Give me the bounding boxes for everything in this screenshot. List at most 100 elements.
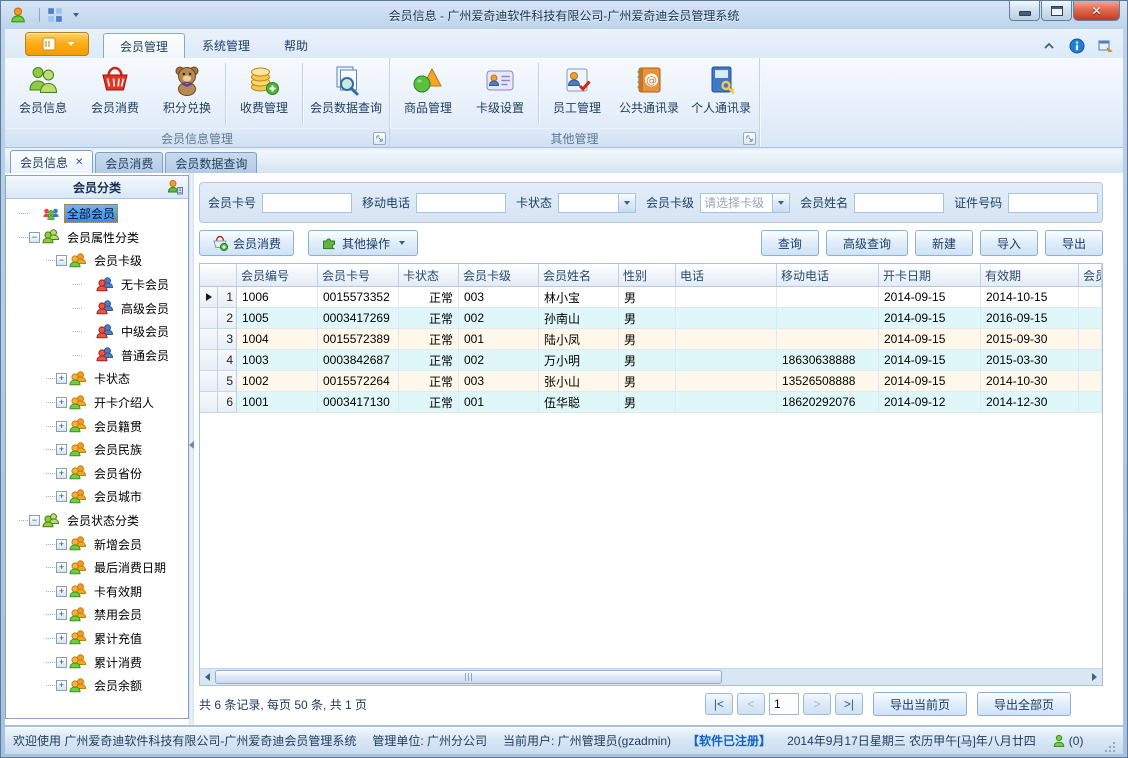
dialog-launcher-icon[interactable] xyxy=(373,132,387,145)
tree-expander-plus-icon[interactable]: + xyxy=(56,491,67,503)
ribbon-button-goods-management[interactable]: 商品管理 xyxy=(392,60,464,128)
tree-item[interactable]: + 卡状态 xyxy=(6,367,188,391)
collapse-panel-icon[interactable] xyxy=(189,441,194,449)
member-consume-button[interactable]: 会员消费 xyxy=(199,230,295,256)
toolbar-button-0[interactable]: 查询 xyxy=(760,230,819,256)
collapse-ribbon-icon[interactable] xyxy=(1041,38,1057,54)
tree-expander-minus-icon[interactable]: − xyxy=(29,515,40,527)
ribbon-button-personal-contacts[interactable]: 个人通讯录 xyxy=(685,60,757,128)
tree-expander-plus-icon[interactable]: + xyxy=(56,373,67,385)
export-all-pages-button[interactable]: 导出全部页 xyxy=(976,692,1071,716)
table-row[interactable]: 3 1004 0015572389 正常 001 陆小凤男 2014-09-15 2015-0… xyxy=(200,329,1102,350)
info-icon[interactable] xyxy=(1069,38,1085,54)
ribbon-button-member-info[interactable]: 会员信息 xyxy=(7,60,79,128)
column-header[interactable]: 有效期 xyxy=(981,264,1079,286)
column-header[interactable]: 卡状态 xyxy=(399,264,459,286)
ribbon-button-public-contacts[interactable]: @ 公共通讯录 xyxy=(613,60,685,128)
tree-expander-minus-icon[interactable]: − xyxy=(29,231,40,243)
tree-item[interactable]: 全部会员 xyxy=(6,202,188,226)
scrollbar-thumb[interactable] xyxy=(215,670,722,684)
splitter[interactable] xyxy=(189,173,194,725)
tree-expander-plus-icon[interactable]: + xyxy=(56,585,67,597)
close-tab-icon[interactable]: ✕ xyxy=(75,157,83,168)
tree-expander-plus-icon[interactable]: + xyxy=(56,538,67,550)
table-row[interactable]: 1 1006 0015573352 正常 003 林小宝男 2014-09-15 2014-1… xyxy=(200,287,1102,308)
toolbar-button-3[interactable]: 导入 xyxy=(979,230,1038,256)
next-page-button[interactable]: > xyxy=(802,693,831,715)
chevron-down-icon[interactable] xyxy=(618,193,636,212)
tree-item[interactable]: 无卡会员 xyxy=(6,273,188,297)
tree-item[interactable]: + 会员籍贯 xyxy=(6,414,188,438)
table-row[interactable]: 5 1002 0015572264 正常 003 张小山男 13526508888 2014-… xyxy=(200,371,1102,392)
tree-expander-plus-icon[interactable]: + xyxy=(56,467,67,479)
filter-input-1[interactable] xyxy=(416,192,507,213)
ribbon-tab-0[interactable]: 会员管理 xyxy=(103,33,186,58)
tree-expander-plus-icon[interactable]: + xyxy=(56,609,67,621)
column-header[interactable]: 性别 xyxy=(619,264,676,286)
toolbar-button-2[interactable]: 新建 xyxy=(914,230,973,256)
tree-item[interactable]: + 累计充值 xyxy=(6,627,188,651)
doc-tab-2[interactable]: 会员数据查询 xyxy=(165,152,258,174)
tree-expander-minus-icon[interactable]: − xyxy=(56,255,67,267)
doc-tab-1[interactable]: 会员消费 xyxy=(95,152,164,174)
column-header[interactable]: 移动电话 xyxy=(777,264,879,286)
ribbon-button-member-consume[interactable]: 会员消费 xyxy=(79,60,151,128)
tree-item[interactable]: + 会员民族 xyxy=(6,438,188,462)
filter-combo-2[interactable] xyxy=(558,192,637,213)
tree-item[interactable]: + 累计消费 xyxy=(6,650,188,674)
tree-expander-plus-icon[interactable]: + xyxy=(56,420,67,432)
ribbon-button-member-data-query[interactable]: 会员数据查询 xyxy=(305,60,387,128)
tree-item[interactable]: + 会员余额 xyxy=(6,674,188,698)
license-link[interactable]: 【软件已注册】 xyxy=(687,732,771,749)
other-operations-button[interactable]: 其他操作 xyxy=(308,230,419,256)
dialog-launcher-icon[interactable] xyxy=(743,132,757,145)
ribbon-button-points-exchange[interactable]: 积分兑换 xyxy=(151,60,223,128)
tree-item[interactable]: − 会员卡级 xyxy=(6,249,188,273)
ribbon-tab-1[interactable]: 系统管理 xyxy=(185,33,267,58)
ribbon-button-employee-management[interactable]: 员工管理 xyxy=(541,60,613,128)
column-header[interactable]: 会员卡级 xyxy=(459,264,539,286)
tree-item[interactable]: + 禁用会员 xyxy=(6,603,188,627)
tree-item[interactable]: 高级会员 xyxy=(6,296,188,320)
last-page-button[interactable]: >| xyxy=(834,693,863,715)
tree-item[interactable]: + 卡有效期 xyxy=(6,580,188,604)
horizontal-scrollbar[interactable] xyxy=(200,668,1102,685)
tree-expander-plus-icon[interactable]: + xyxy=(56,562,67,574)
filter-input-5[interactable] xyxy=(1008,192,1099,213)
column-header[interactable]: 电话 xyxy=(676,264,777,286)
tree-item[interactable]: + 开卡介绍人 xyxy=(6,391,188,415)
tree-expander-plus-icon[interactable]: + xyxy=(56,656,67,668)
resize-grip[interactable] xyxy=(1103,740,1115,752)
column-header[interactable]: 会员卡号 xyxy=(318,264,399,286)
tree-item[interactable]: 中级会员 xyxy=(6,320,188,344)
tree-expander-plus-icon[interactable]: + xyxy=(56,444,67,456)
page-number-input[interactable] xyxy=(768,693,799,715)
toolbar-button-1[interactable]: 高级查询 xyxy=(825,230,908,256)
minimize-button[interactable] xyxy=(1009,1,1040,21)
tree-item[interactable]: + 会员城市 xyxy=(6,485,188,509)
tree-item[interactable]: + 最后消费日期 xyxy=(6,556,188,580)
toolbar-button-4[interactable]: 导出 xyxy=(1044,230,1103,256)
prev-page-button[interactable]: < xyxy=(736,693,765,715)
tree-expander-plus-icon[interactable]: + xyxy=(56,632,67,644)
ribbon-button-fee-management[interactable]: 收费管理 xyxy=(228,60,300,128)
first-page-button[interactable]: |< xyxy=(704,693,733,715)
filter-combo-3[interactable]: 请选择卡级 xyxy=(700,192,791,213)
tree-expander-plus-icon[interactable]: + xyxy=(56,397,67,409)
tree-item[interactable]: 普通会员 xyxy=(6,344,188,368)
column-header[interactable]: 会员编号 xyxy=(237,264,318,286)
member-category-settings-icon[interactable] xyxy=(166,178,184,196)
export-current-page-button[interactable]: 导出当前页 xyxy=(872,692,967,716)
tree-item[interactable]: − 会员属性分类 xyxy=(6,226,188,250)
table-row[interactable]: 6 1001 0003417130 正常 001 伍华聪男 18620292076 2014-… xyxy=(200,392,1102,413)
tree-item[interactable]: + 会员省份 xyxy=(6,462,188,486)
doc-tab-0[interactable]: 会员信息 ✕ xyxy=(10,150,94,174)
ribbon-button-card-level[interactable]: 卡级设置 xyxy=(464,60,536,128)
maximize-button[interactable] xyxy=(1041,1,1072,21)
close-button[interactable]: ✕ xyxy=(1073,1,1120,21)
table-row[interactable]: 4 1003 0003842687 正常 002 万小明男 18630638888 2014-… xyxy=(200,350,1102,371)
ribbon-tab-2[interactable]: 帮助 xyxy=(267,33,325,58)
table-row[interactable]: 2 1005 0003417269 正常 002 孙南山男 2014-09-15 2016-0… xyxy=(200,308,1102,329)
scrollbar-track[interactable] xyxy=(215,669,1087,685)
column-header[interactable]: 会员姓名 xyxy=(539,264,619,286)
